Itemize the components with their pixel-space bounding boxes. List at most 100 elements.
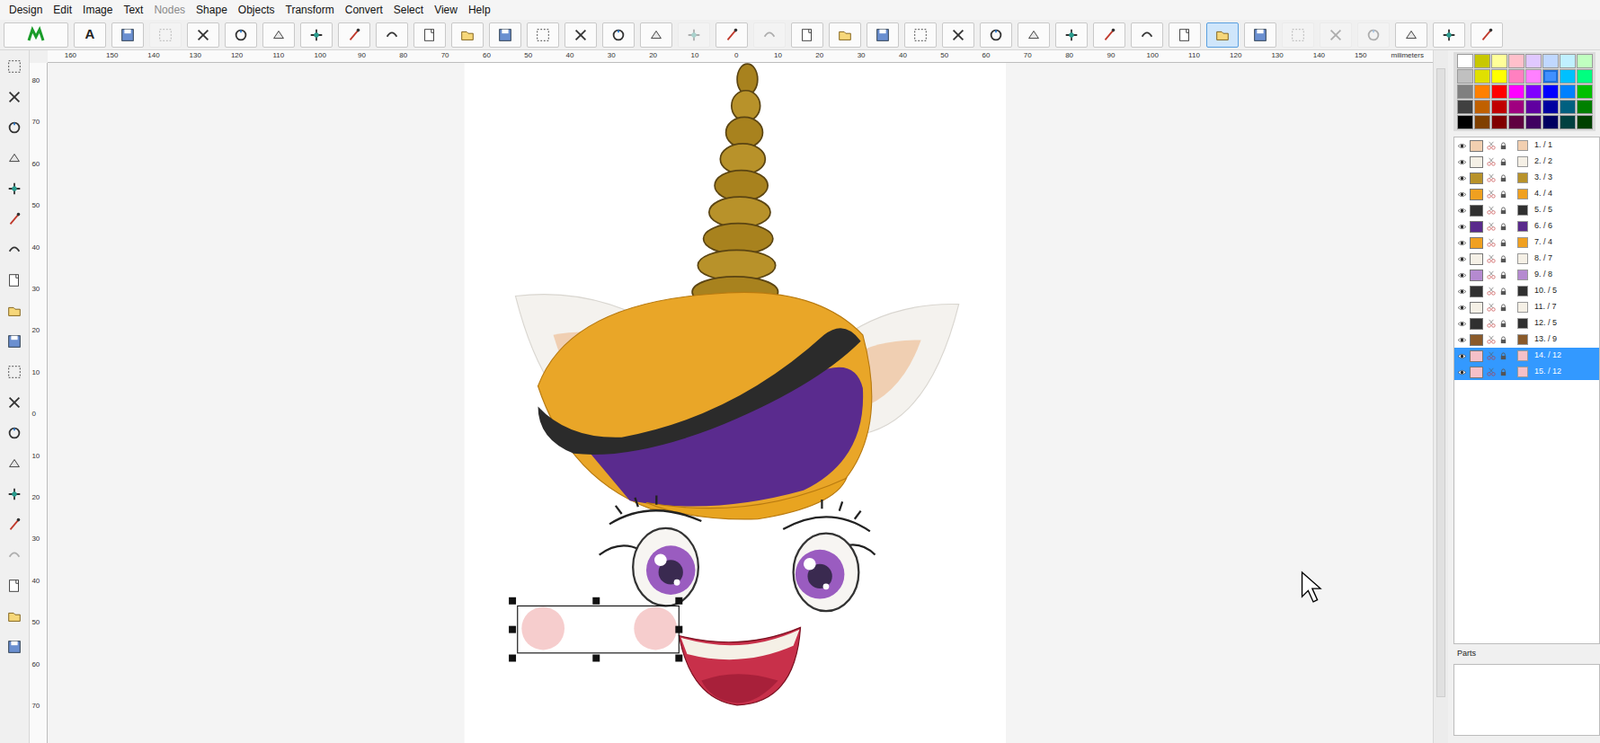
toolbar-button[interactable] [1357,22,1390,48]
palette-swatch[interactable] [1525,84,1542,99]
toolbar-button[interactable] [715,22,748,48]
palette-swatch[interactable] [1559,69,1576,84]
object-row[interactable]: 6. / 6 [1454,218,1600,235]
toolbar-button[interactable] [564,22,597,48]
toolbar-button[interactable] [677,22,711,48]
toolbar-button[interactable] [1168,22,1201,48]
object-row[interactable]: 9. / 8 [1454,266,1600,284]
palette-swatch[interactable] [1474,69,1491,84]
toolbar-button[interactable] [1281,22,1315,48]
side-tool[interactable] [1,84,27,110]
palette-swatch[interactable] [1508,69,1525,84]
object-row[interactable]: 1. / 1 [1454,137,1600,154]
object-row[interactable]: 4. / 4 [1454,186,1600,203]
palette-swatch[interactable] [1525,115,1542,130]
menu-item[interactable]: Select [388,0,429,20]
toolbar-button[interactable] [186,22,220,48]
menu-item[interactable]: Image [77,0,118,20]
toolbar-button[interactable] [300,22,333,48]
side-tool[interactable] [1,237,27,263]
palette-swatch[interactable] [1576,53,1593,69]
palette-swatch[interactable] [1542,99,1559,115]
palette-swatch[interactable] [1525,69,1542,84]
object-row[interactable]: 7. / 4 [1454,234,1600,251]
side-tool[interactable] [1,145,27,171]
toolbar-button[interactable] [262,22,295,48]
toolbar-button[interactable] [1093,22,1126,48]
side-tool[interactable] [1,176,27,202]
menu-item[interactable]: Shape [190,0,233,20]
palette-swatch[interactable] [1457,69,1474,84]
side-tool[interactable] [1,542,27,569]
side-tool[interactable] [1,206,27,232]
object-row[interactable]: 15. / 12 [1454,364,1600,381]
palette-swatch[interactable] [1474,53,1491,69]
palette-swatch[interactable] [1491,69,1508,84]
toolbar-button[interactable] [1244,22,1277,48]
palette-swatch[interactable] [1508,84,1525,99]
toolbar-button[interactable] [111,22,144,48]
toolbar-button[interactable] [488,22,522,48]
palette-swatch[interactable] [1559,84,1576,99]
toolbar-button[interactable] [942,22,975,48]
toolbar-button[interactable] [1395,22,1428,48]
side-tool[interactable] [1,115,27,141]
toolbar-button[interactable] [1432,22,1466,48]
side-tool[interactable] [1,481,27,507]
palette-swatch[interactable] [1542,84,1559,99]
toolbar-button[interactable] [413,22,446,48]
toolbar-button[interactable] [224,22,258,48]
palette-swatch[interactable] [1542,69,1559,84]
side-tool[interactable] [1,267,27,294]
side-tool[interactable] [1,298,27,324]
menu-item[interactable]: View [428,0,463,20]
toolbar-button[interactable] [602,22,635,48]
toolbar-button[interactable] [3,22,69,48]
object-row[interactable]: 5. / 5 [1454,202,1600,219]
object-row[interactable]: 3. / 3 [1454,169,1600,187]
side-tool[interactable] [1,328,27,355]
scroll-thumb[interactable] [1436,68,1446,698]
side-tool[interactable] [1,451,27,477]
palette-swatch[interactable] [1491,84,1508,99]
palette-swatch[interactable] [1457,53,1474,69]
object-row[interactable]: 13. / 9 [1454,331,1600,348]
palette-swatch[interactable] [1508,99,1525,115]
toolbar-button[interactable] [1319,22,1352,48]
palette-swatch[interactable] [1474,84,1491,99]
palette-swatch[interactable] [1559,99,1576,115]
object-row[interactable]: 2. / 2 [1454,153,1600,170]
palette-swatch[interactable] [1525,53,1542,69]
toolbar-button[interactable] [1470,22,1503,48]
toolbar-button[interactable] [1130,22,1164,48]
side-tool[interactable] [1,604,27,630]
toolbar-button[interactable] [1206,22,1239,48]
palette-swatch[interactable] [1457,115,1474,130]
toolbar-button[interactable] [979,22,1013,48]
toolbar-button[interactable] [791,22,824,48]
vertical-scrollbar[interactable] [1432,50,1449,743]
palette-swatch[interactable] [1491,115,1508,130]
side-tool[interactable] [1,420,27,446]
toolbar-button[interactable] [640,22,673,48]
object-row[interactable]: 11. / 7 [1454,299,1600,316]
palette-swatch[interactable] [1542,53,1559,69]
toolbar-button[interactable] [753,22,786,48]
palette-swatch[interactable] [1542,115,1559,130]
palette-swatch[interactable] [1474,99,1491,115]
menu-item[interactable]: Convert [339,0,389,20]
object-row[interactable]: 14. / 12 [1454,347,1600,365]
palette-swatch[interactable] [1457,99,1474,115]
palette-swatch[interactable] [1508,53,1525,69]
object-row[interactable]: 10. / 5 [1454,283,1600,300]
side-tool[interactable] [1,359,27,385]
palette-swatch[interactable] [1559,53,1576,69]
side-tool[interactable] [1,573,27,599]
palette-swatch[interactable] [1576,69,1593,84]
palette-swatch[interactable] [1559,115,1576,130]
toolbar-button[interactable] [866,22,899,48]
toolbar-button[interactable] [526,22,560,48]
side-tool[interactable] [1,390,27,416]
palette-swatch[interactable] [1474,115,1491,130]
menu-item[interactable]: Objects [232,0,281,20]
